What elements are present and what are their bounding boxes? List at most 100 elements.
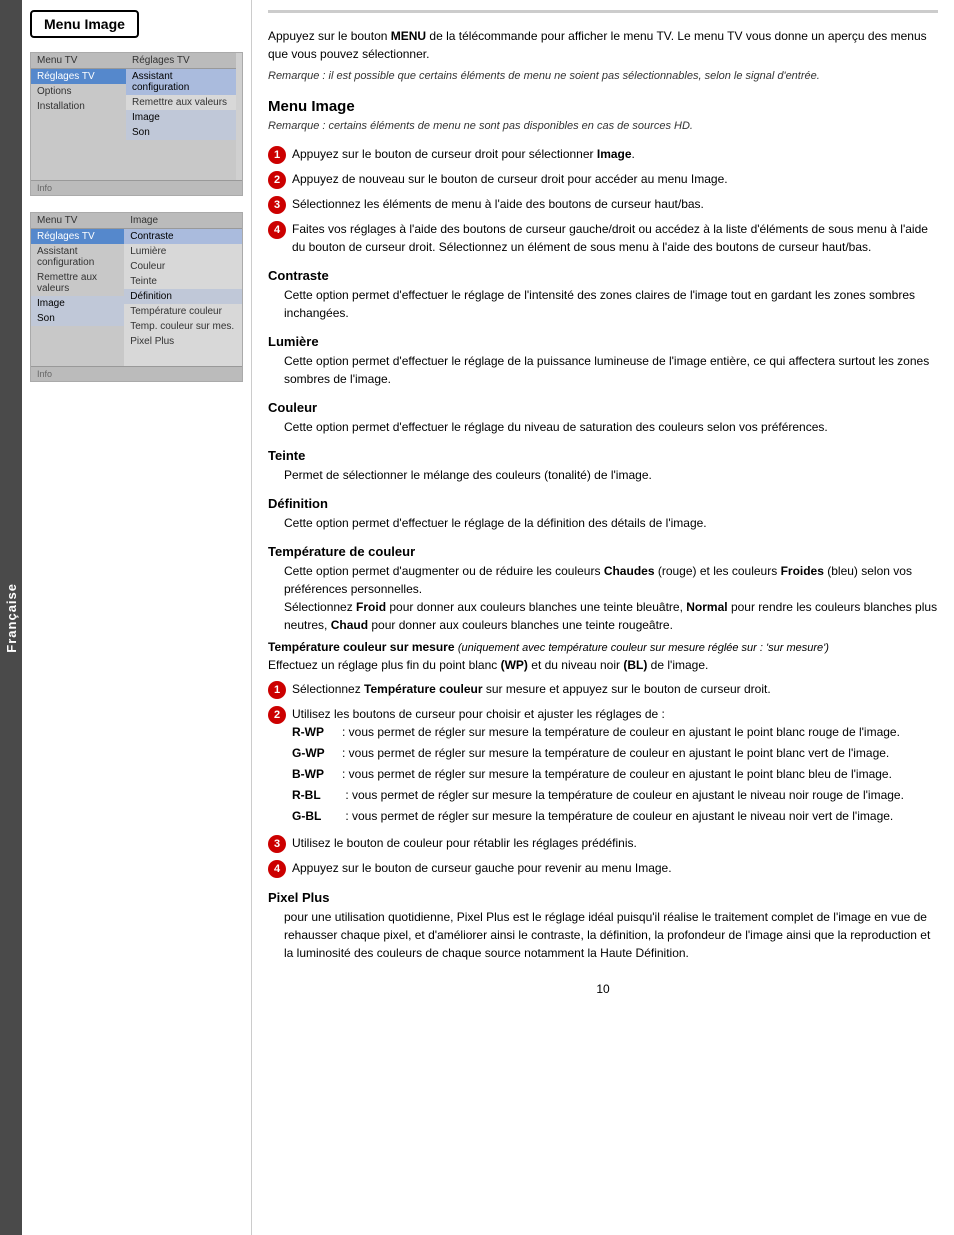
temp-mesure-title: Température couleur sur mesure (uniqueme… [268, 638, 938, 675]
tv-menu-2: Menu TV Réglages TV Assistant configurat… [30, 212, 243, 382]
tv-menu-1-empty-1 [31, 114, 126, 124]
page-number: 10 [268, 982, 938, 996]
temp-mesure-step-1-text: Sélectionnez Température couleur sur mes… [292, 680, 938, 698]
tv-menu-2-empty-4 [31, 356, 124, 366]
step-1-text: Appuyez sur le bouton de curseur droit p… [292, 145, 938, 163]
temp-mesure-step-3: 3 Utilisez le bouton de couleur pour rét… [268, 834, 938, 853]
tv-menu-2-empty-1 [31, 326, 124, 336]
tv-menu-2-empty-2 [31, 336, 124, 346]
bullet-gwp-label: G-WP [292, 744, 342, 762]
subsection-pixel-plus-body: pour une utilisation quotidienne, Pixel … [284, 908, 938, 962]
tv-menu-1-right-empty-4 [126, 170, 236, 180]
bullet-bwp-label: B-WP [292, 765, 342, 783]
step-4-num: 4 [268, 221, 286, 239]
subsection-temp-couleur-title: Température de couleur [268, 544, 938, 559]
tv-menu-2-image: Image [31, 296, 124, 311]
subsection-definition-body: Cette option permet d'effectuer le régla… [284, 514, 938, 532]
bullet-gwp-text: : vous permet de régler sur mesure la te… [342, 744, 889, 762]
bullet-gbl-label: G-BL [292, 807, 342, 825]
temp-mesure-step-4-text: Appuyez sur le bouton de curseur gauche … [292, 859, 938, 877]
bullet-rbl-label: R-BL [292, 786, 342, 804]
subsection-teinte-title: Teinte [268, 448, 938, 463]
tv-menu-1-item-reglages: Réglages TV [31, 69, 126, 84]
temp-mesure-step-2: 2 Utilisez les boutons de curseur pour c… [268, 705, 938, 828]
temp-mesure-step-1-num: 1 [268, 681, 286, 699]
step-3-text: Sélectionnez les éléments de menu à l'ai… [292, 195, 938, 213]
tv-menu-2-remettre: Remettre aux valeurs [31, 270, 124, 296]
tv-menu-2-header: Menu TV [31, 213, 124, 229]
tv-menu-1-right: Réglages TV Assistant configuration Reme… [126, 53, 236, 180]
tv-menu-2-definition: Définition [124, 289, 242, 304]
tv-menu-1-empty-4 [31, 144, 126, 154]
bullet-rwp: R-WP : vous permet de régler sur mesure … [292, 723, 938, 741]
step-1: 1 Appuyez sur le bouton de curseur droit… [268, 145, 938, 164]
tv-menu-1: Menu TV Réglages TV Options Installation… [30, 52, 243, 196]
tv-menu-2-temp-sur-mes: Temp. couleur sur mes. [124, 319, 242, 334]
tv-menu-2-empty-3 [31, 346, 124, 356]
tv-menu-2-assistant: Assistant configuration [31, 244, 124, 270]
tv-menu-1-item-installation: Installation [31, 99, 126, 114]
tv-menu-1-empty-2 [31, 124, 126, 134]
subsection-lumiere-body: Cette option permet d'effectuer le régla… [284, 352, 938, 388]
tv-menu-1-empty-3 [31, 134, 126, 144]
temp-mesure-step-2-text: Utilisez les boutons de curseur pour cho… [292, 705, 938, 828]
step-4: 4 Faites vos réglages à l'aide des bouto… [268, 220, 938, 256]
step-3: 3 Sélectionnez les éléments de menu à l'… [268, 195, 938, 214]
left-panel: Menu Image Menu TV Réglages TV Options I… [22, 0, 252, 1235]
tv-menu-1-right-header: Réglages TV [126, 53, 236, 69]
temp-mesure-step-3-num: 3 [268, 835, 286, 853]
subsection-contraste-body: Cette option permet d'effectuer le régla… [284, 286, 938, 322]
section-note: Remarque : certains éléments de menu ne … [268, 119, 938, 134]
tv-menu-2-reglages: Réglages TV [31, 229, 124, 244]
temp-mesure-step-1: 1 Sélectionnez Température couleur sur m… [268, 680, 938, 699]
tv-menu-2-pixel-plus: Pixel Plus [124, 334, 242, 349]
tv-menu-1-right-remettre: Remettre aux valeurs [126, 95, 236, 110]
temp-mesure-step-2-num: 2 [268, 706, 286, 724]
subsection-pixel-plus-title: Pixel Plus [268, 890, 938, 905]
subsection-teinte-body: Permet de sélectionner le mélange des co… [284, 466, 938, 484]
subsection-lumiere-title: Lumière [268, 334, 938, 349]
step-2: 2 Appuyez de nouveau sur le bouton de cu… [268, 170, 938, 189]
tv-menu-2-right-header: Image [124, 213, 242, 229]
tv-menu-2-couleur: Couleur [124, 259, 242, 274]
step-3-num: 3 [268, 196, 286, 214]
bullet-gbl: G-BL : vous permet de régler sur mesure … [292, 807, 938, 825]
bullet-gbl-text: : vous permet de régler sur mesure la te… [342, 807, 893, 825]
subsection-couleur-body: Cette option permet d'effectuer le régla… [284, 418, 938, 436]
intro-note: Remarque : il est possible que certains … [268, 69, 938, 84]
subsection-couleur-title: Couleur [268, 400, 938, 415]
temp-mesure-step-4-num: 4 [268, 860, 286, 878]
tv-menu-1-header: Menu TV [31, 53, 126, 69]
tv-menu-2-temp-couleur: Température couleur [124, 304, 242, 319]
subsection-contraste-title: Contraste [268, 268, 938, 283]
bullet-gwp: G-WP : vous permet de régler sur mesure … [292, 744, 938, 762]
tv-menu-1-right-empty-2 [126, 150, 236, 160]
intro-text: Appuyez sur le bouton MENU de la télécom… [268, 27, 938, 63]
tv-menu-1-item-options: Options [31, 84, 126, 99]
tv-menu-1-right-empty-3 [126, 160, 236, 170]
bullet-rwp-label: R-WP [292, 723, 342, 741]
step-2-text: Appuyez de nouveau sur le bouton de curs… [292, 170, 938, 188]
tv-menu-2-contraste: Contraste [124, 229, 242, 244]
subsection-temp-couleur-body: Cette option permet d'augmenter ou de ré… [284, 562, 938, 634]
step-2-num: 2 [268, 171, 286, 189]
sidebar: Française [0, 0, 22, 1235]
step-4-text: Faites vos réglages à l'aide des boutons… [292, 220, 938, 256]
tv-menu-2-son: Son [31, 311, 124, 326]
tv-menu-2-teinte: Teinte [124, 274, 242, 289]
top-border [268, 10, 938, 13]
tv-menu-1-empty-5 [31, 154, 126, 164]
subsection-definition-title: Définition [268, 496, 938, 511]
tv-menu-1-right-image: Image [126, 110, 236, 125]
bullet-rbl-text: : vous permet de régler sur mesure la te… [342, 786, 904, 804]
tv-menu-1-footer: Info [31, 180, 242, 195]
tv-menu-1-left: Menu TV Réglages TV Options Installation [31, 53, 126, 180]
bullet-bwp-text: : vous permet de régler sur mesure la te… [342, 765, 892, 783]
tv-menu-2-right: Image Contraste Lumière Couleur Teinte D… [124, 213, 242, 366]
temp-mesure-header: Température couleur sur mesure (uniqueme… [268, 638, 938, 675]
right-panel: Appuyez sur le bouton MENU de la télécom… [252, 0, 954, 1235]
section-title-menu-image: Menu Image [268, 98, 938, 115]
temp-mesure-step-3-text: Utilisez le bouton de couleur pour rétab… [292, 834, 938, 852]
temp-mesure-step-4: 4 Appuyez sur le bouton de curseur gauch… [268, 859, 938, 878]
bullet-rbl: R-BL : vous permet de régler sur mesure … [292, 786, 938, 804]
